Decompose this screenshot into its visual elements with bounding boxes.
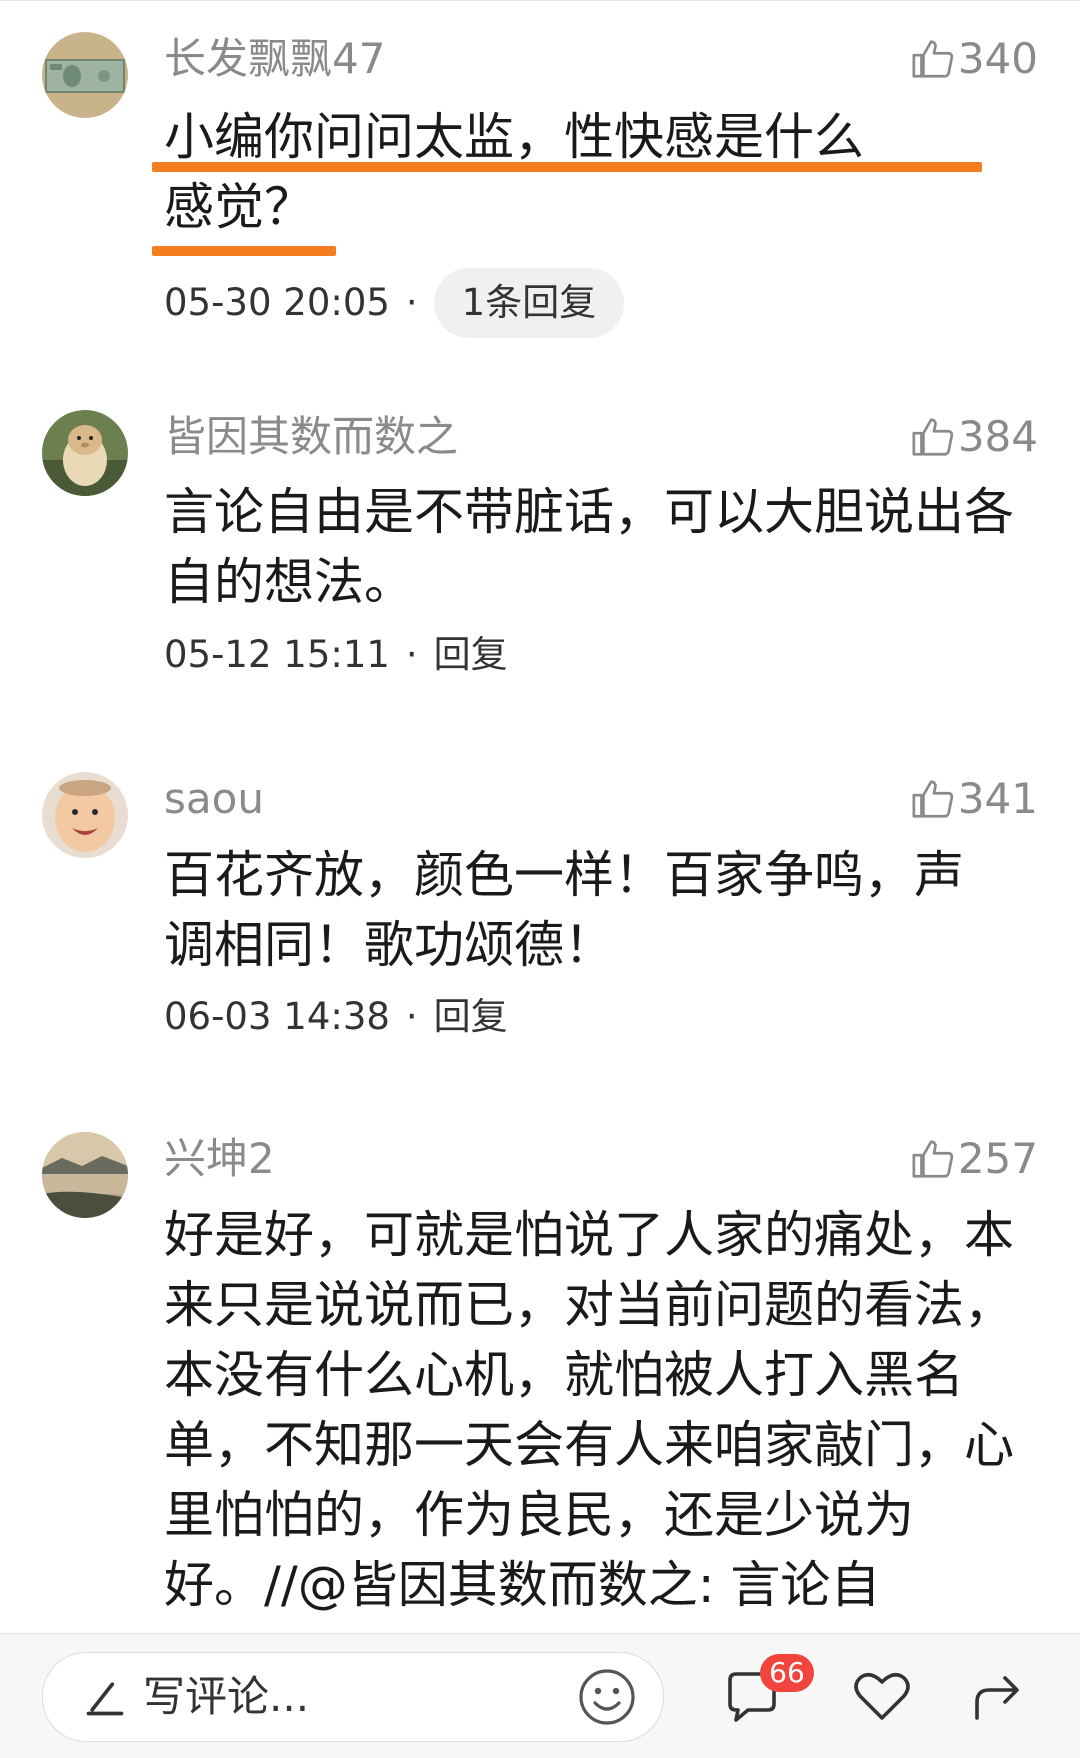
like-count: 257 — [957, 1134, 1038, 1183]
timestamp: 05-30 20:05 — [164, 281, 390, 324]
heart-icon[interactable] — [850, 1664, 914, 1728]
avatar[interactable] — [42, 772, 128, 858]
comment-item: saou 341 百花齐放，颜色一样！百家争鸣，声调相同！歌功颂德！ 06-03… — [0, 700, 1080, 1060]
timestamp: 06-03 14:38 — [164, 995, 390, 1038]
comment-item: 兴坤2 257 好是好，可就是怕说了人家的痛处，本来只是说说而已，对当前问题的看… — [0, 1060, 1080, 1633]
emoji-icon[interactable] — [575, 1665, 639, 1729]
comment-input-placeholder: 写评论... — [143, 1672, 310, 1721]
like-button[interactable]: 257 — [910, 1134, 1038, 1184]
comment-text: 言论自由是不带脏话，可以大胆说出各自的想法。 — [164, 483, 1014, 611]
comment-text: 小编你问问太监，性快感是什么感觉？ — [164, 108, 864, 236]
like-count: 384 — [957, 412, 1038, 461]
username[interactable]: 长发飘飘47 — [164, 34, 385, 84]
lake-landscape-avatar — [42, 1132, 128, 1218]
like-button[interactable]: 340 — [910, 34, 1038, 84]
comment-meta: 05-30 20:05 · 1条回复 — [164, 268, 625, 338]
baby-face-avatar — [42, 772, 128, 858]
comment-input[interactable]: 写评论... — [42, 1652, 664, 1742]
like-count: 341 — [957, 774, 1038, 823]
comment-item: 皆因其数而数之 384 言论自由是不带脏话，可以大胆说出各自的想法。 05-12… — [0, 340, 1080, 700]
comment-meta: 05-12 15:11 · 回复 — [164, 630, 508, 680]
thumbs-up-icon — [912, 780, 954, 818]
reply-count-button[interactable]: 1条回复 — [433, 268, 625, 338]
username[interactable]: 兴坤2 — [164, 1134, 275, 1184]
pen-icon — [86, 1682, 124, 1716]
highlight-underline — [152, 246, 336, 256]
share-icon[interactable] — [965, 1664, 1029, 1728]
money-bill-avatar — [42, 32, 128, 118]
comment-item: 长发飘飘47 340 小编你问问太监，性快感是什么感觉？ 05-30 20:05… — [0, 0, 1080, 340]
comment-meta: 06-03 14:38 · 回复 — [164, 992, 508, 1042]
separator-dot: · — [405, 633, 418, 676]
timestamp: 05-12 15:11 — [164, 633, 390, 676]
comment-text: 好是好，可就是怕说了人家的痛处，本来只是说说而已，对当前问题的看法，本没有什么心… — [164, 1206, 1014, 1614]
like-count: 340 — [957, 34, 1038, 83]
highlight-underline — [152, 162, 982, 172]
avatar[interactable] — [42, 32, 128, 118]
username[interactable]: saou — [164, 774, 264, 824]
separator-dot: · — [405, 995, 418, 1038]
thumbs-up-icon — [912, 40, 954, 78]
bottom-action-bar: 写评论... 66 — [0, 1633, 1080, 1758]
reply-button[interactable]: 回复 — [434, 630, 508, 680]
username[interactable]: 皆因其数而数之 — [164, 412, 458, 462]
thumbs-up-icon — [912, 1140, 954, 1178]
like-button[interactable]: 384 — [910, 412, 1038, 462]
comment-text: 百花齐放，颜色一样！百家争鸣，声调相同！歌功颂德！ — [164, 846, 964, 974]
like-button[interactable]: 341 — [910, 774, 1038, 824]
avatar[interactable] — [42, 410, 128, 496]
comment-count-badge: 66 — [760, 1654, 814, 1692]
hamster-avatar — [42, 410, 128, 496]
reply-button[interactable]: 回复 — [434, 992, 508, 1042]
thumbs-up-icon — [912, 418, 954, 456]
separator-dot: · — [405, 281, 418, 324]
avatar[interactable] — [42, 1132, 128, 1218]
